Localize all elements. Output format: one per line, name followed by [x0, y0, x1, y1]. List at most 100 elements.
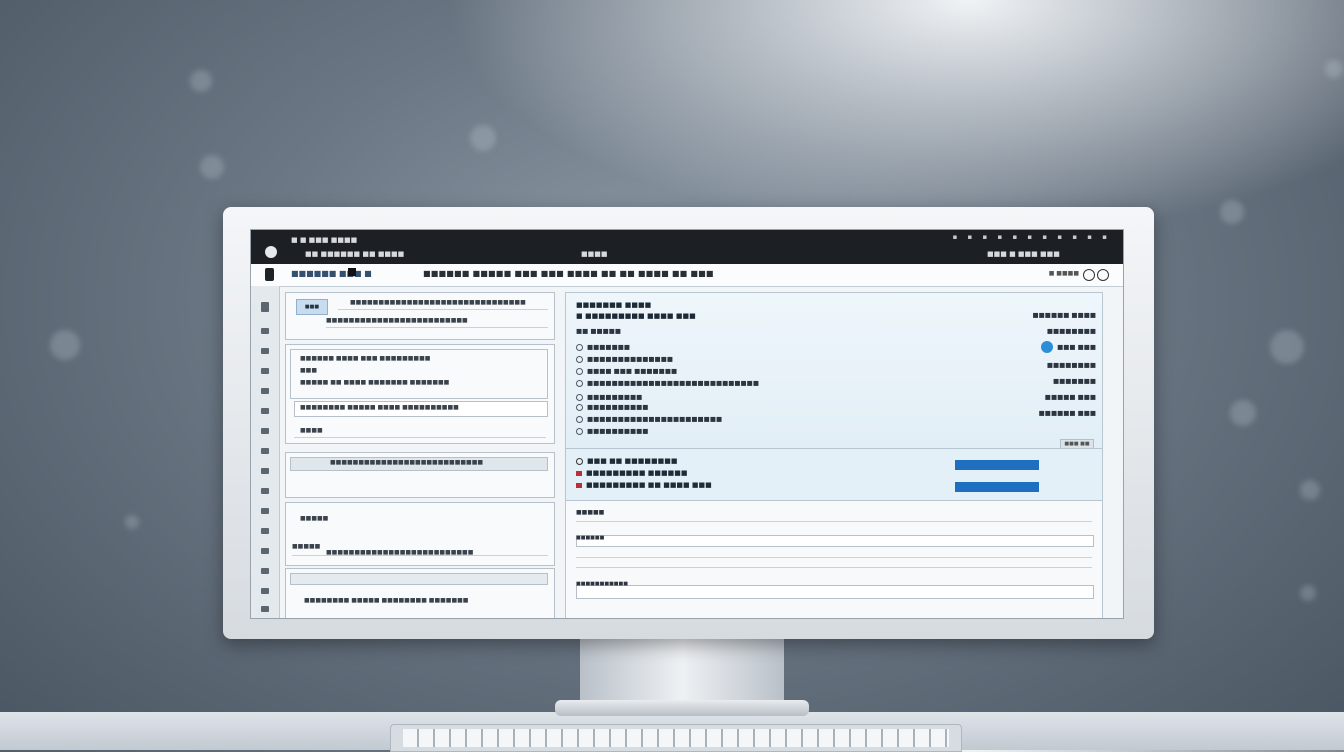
form-label: ■■■■■■■■■■■ — [576, 581, 628, 587]
sidebar-icon[interactable] — [261, 368, 269, 374]
title-bar: ■ ■ ■■■ ■■■■ ■■ ■■■■■■ ■■ ■■■■ ■■■■ ■■■ … — [251, 230, 1123, 264]
meter-card: ■■■ ■■ ■■■■■■■■ ■■■■■■■■■ ■■■■■■ ■■■■■■■… — [565, 448, 1103, 502]
left-group-card: ■■■■■■■■ ■■■■■ ■■■■■■■■ ■■■■■■■ — [285, 568, 555, 618]
list-item[interactable]: ■■■■■■■■ ■■■■■ ■■■■ ■■■■■■■■■■ — [300, 404, 459, 411]
sidebar-icon[interactable] — [261, 468, 269, 474]
value-label: ■■■■■■■■ — [1046, 327, 1096, 335]
keyboard — [390, 724, 962, 752]
value-label: ■■■■■ ■■■ — [1044, 393, 1096, 401]
background-bokeh — [190, 70, 212, 92]
form-card: ■■■■■ ■■■■■■ ■■■■■■■■■■■ — [565, 500, 1103, 618]
sidebar-icon[interactable] — [261, 388, 269, 394]
sidebar-icon[interactable] — [261, 508, 269, 514]
stop-icon[interactable] — [348, 268, 356, 276]
form-label: ■■■■■ — [576, 509, 605, 516]
meter-label: ■■■■■■■■■ ■■ ■■■■ ■■■ — [576, 481, 712, 489]
meter-bar — [955, 482, 1039, 492]
value-label: ■■■■■■■■ — [1046, 361, 1096, 369]
card-heading: ■■■■■■■ ■■■■ — [576, 301, 652, 309]
left-group-card: ■■■■■ ■■■■■ ■■■■■■■■■■■■■■■■■■■■■■■■■■ — [285, 502, 555, 566]
list-item[interactable]: ■■■■■ ■■ ■■■■ ■■■■■■■ ■■■■■■■ — [300, 379, 449, 386]
background-bokeh — [200, 155, 224, 179]
value-label: ■■■■■■ ■■■■ — [1032, 311, 1096, 319]
background-bokeh — [50, 330, 80, 360]
sidebar-icon[interactable] — [261, 348, 269, 354]
sidebar-icon[interactable] — [261, 548, 269, 554]
background-bokeh — [1270, 330, 1304, 364]
meter-label: ■■■ ■■ ■■■■■■■■ — [576, 457, 677, 465]
left-group-card: ■■■■■■■■■■■■■■■■■■■■■■■■■■■ — [285, 452, 555, 498]
icon-sidebar — [251, 286, 280, 618]
meter-label: ■■■■■■■■■ ■■■■■■ — [576, 469, 687, 477]
toggle-value[interactable]: ■■■ ■■■ — [1041, 341, 1096, 353]
form-label: ■■■■■■ — [576, 535, 605, 541]
toolbar-left-label[interactable]: ■■■■■■ ■■■ ■ — [291, 269, 372, 278]
sidebar-icon[interactable] — [261, 588, 269, 594]
dropdown-value: ■■■■■■■■■■■■■■■■■■■■■■■■■■■ — [330, 459, 484, 466]
list-item[interactable]: ■■■■■■■■■ — [576, 393, 642, 401]
background-bokeh — [470, 125, 496, 151]
value-label: ■■■■■■■ — [1053, 377, 1096, 385]
sidebar-icon[interactable] — [261, 606, 269, 612]
background-bokeh — [1300, 480, 1320, 500]
list-item[interactable]: ■■■■■■■ — [576, 343, 630, 351]
sidebar-icon[interactable] — [261, 428, 269, 434]
background-bokeh — [1220, 200, 1244, 224]
dropdown-field[interactable] — [290, 573, 548, 585]
header-row: ■■■■■■■■■■■■■■■■■■■■■■■■■ — [326, 317, 468, 324]
app-logo-icon[interactable] — [265, 246, 277, 258]
list-item[interactable]: ■■■■ ■■■ ■■■■■■■ — [576, 367, 677, 375]
toggle-icon[interactable] — [1041, 341, 1054, 353]
list-item[interactable]: ■■■■■■■■■■ — [576, 427, 648, 435]
title-center: ■■■■ — [581, 250, 608, 258]
form-input[interactable] — [576, 535, 1094, 547]
list-item[interactable]: ■■■■■■■■■■■■■■ — [576, 355, 673, 363]
left-header-card: ■■■ ■■■■■■■■■■■■■■■■■■■■■■■■■■■■■■■ ■■■■… — [285, 292, 555, 340]
sidebar-icon[interactable] — [261, 568, 269, 574]
background-bokeh — [1230, 400, 1256, 426]
menu-bar[interactable]: ■■ ■■■■■■ ■■ ■■■■ — [305, 250, 404, 258]
screen: ■ ■ ■■■ ■■■■ ■■ ■■■■■■ ■■ ■■■■ ■■■■ ■■■ … — [250, 229, 1124, 619]
list-item[interactable]: ■■■■■■■■ ■■■■■ ■■■■■■■■ ■■■■■■■ — [304, 597, 468, 604]
list-item[interactable]: ■■■■■■ ■■■■ ■■■ ■■■■■■■■■ — [300, 355, 430, 362]
toolbar: ■■■■■■ ■■■ ■ ■■■■■■ ■■■■■ ■■■ ■■■ ■■■■ ■… — [251, 264, 1123, 287]
user-icon[interactable] — [1097, 269, 1109, 281]
list-item[interactable]: ■■■■■ — [292, 543, 320, 550]
header-tag[interactable]: ■■■ — [296, 299, 328, 315]
monitor-stand — [580, 638, 784, 704]
left-panel: ■■■ ■■■■■■■■■■■■■■■■■■■■■■■■■■■■■■■ ■■■■… — [285, 292, 555, 618]
app-name: ■ ■ ■■■ ■■■■ — [291, 236, 358, 244]
sidebar-icon[interactable] — [261, 448, 269, 454]
details-card: ■■■■■■■ ■■■■ ■ ■■■■■■■■■ ■■■■ ■■■ ■■ ■■■… — [565, 292, 1103, 450]
value-label: ■■■■■■ ■■■ — [1038, 409, 1096, 417]
right-panel: ■■■■■■■ ■■■■ ■ ■■■■■■■■■ ■■■■ ■■■ ■■ ■■■… — [565, 292, 1103, 618]
sidebar-icon[interactable] — [261, 488, 269, 494]
background-bokeh — [125, 515, 139, 529]
title-right: ■■■ ■ ■■■ ■■■ — [987, 250, 1060, 258]
window-controls[interactable]: ▪ ▪ ▪ ▪ ▪ ▪ ▪ ▪ ▪ ▪ ▪ — [953, 233, 1111, 241]
list-item[interactable]: ■■■■■■■■■■■■■■■■■■■■■■ — [576, 415, 722, 423]
list-item[interactable]: ■■■■ — [300, 427, 323, 434]
background-bokeh — [1300, 585, 1316, 601]
meter-bar — [955, 460, 1039, 470]
form-input[interactable] — [576, 585, 1094, 599]
left-group-card: ■■■■■■ ■■■■ ■■■ ■■■■■■■■■ ■■■ ■■■■■ ■■ ■… — [285, 344, 555, 444]
list-item[interactable]: ■■■■■■■■■■ — [576, 403, 648, 411]
sidebar-icon[interactable] — [261, 408, 269, 414]
sidebar-icon[interactable] — [261, 528, 269, 534]
list-item[interactable]: ■■■■■■■■■■■■■■■■■■■■■■■■■■■■ — [576, 379, 759, 387]
card-subheading: ■ ■■■■■■■■■ ■■■■ ■■■ — [576, 312, 696, 320]
header-row: ■■■■■■■■■■■■■■■■■■■■■■■■■■■■■■■ — [350, 299, 526, 306]
toolbar-right-label[interactable]: ■ ■■■■ — [1049, 270, 1079, 277]
list-item[interactable]: ■■ ■■■■■ — [576, 327, 621, 335]
list-item[interactable]: ■■■ — [300, 367, 317, 374]
page-title: ■■■■■■ ■■■■■ ■■■ ■■■ ■■■■ ■■ ■■ ■■■■ ■■ … — [423, 269, 714, 278]
background-bokeh — [1325, 60, 1343, 78]
sidebar-icon[interactable] — [261, 328, 269, 334]
monitor: ■ ■ ■■■ ■■■■ ■■ ■■■■■■ ■■ ■■■■ ■■■■ ■■■ … — [223, 207, 1154, 639]
settings-icon[interactable] — [1083, 269, 1095, 281]
monitor-base — [555, 700, 809, 716]
bookmark-icon[interactable] — [265, 268, 274, 281]
list-item[interactable]: ■■■■■ — [300, 515, 328, 522]
sidebar-icon[interactable] — [261, 302, 269, 312]
